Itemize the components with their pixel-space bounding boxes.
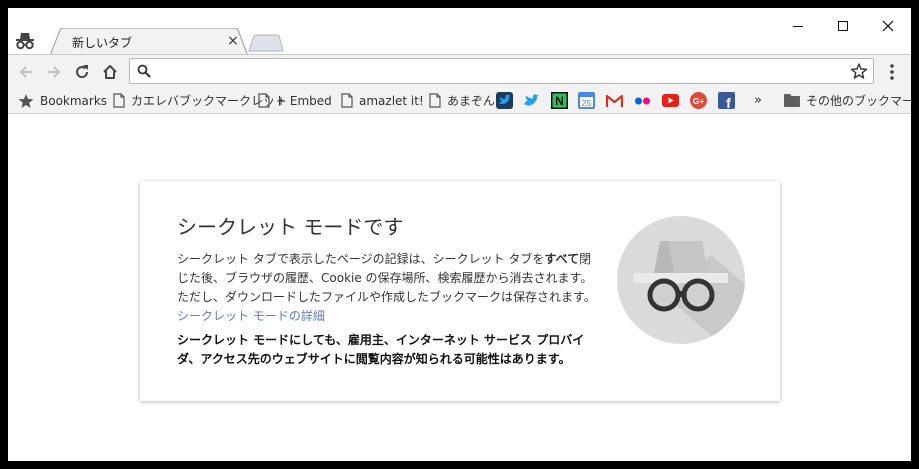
page-title: シークレット モードです xyxy=(177,215,404,239)
bookmark-item[interactable]: amazlet it! xyxy=(341,88,424,113)
incognito-spy-icon xyxy=(616,215,746,345)
youtube-icon[interactable] xyxy=(662,92,679,109)
page-icon xyxy=(258,93,270,108)
forward-button[interactable] xyxy=(42,60,66,84)
facebook-icon[interactable]: f xyxy=(718,92,735,109)
minimize-icon xyxy=(793,26,803,27)
bookmark-item[interactable]: + Embed xyxy=(258,88,332,113)
flickr-icon[interactable] xyxy=(634,92,651,109)
evernote-icon[interactable]: N xyxy=(551,92,568,109)
bookmarks-apps[interactable]: Bookmarks xyxy=(18,88,107,113)
toolbar xyxy=(8,54,911,89)
svg-text:N: N xyxy=(555,94,564,108)
tab-title: 新しいタブ xyxy=(72,36,133,50)
bookmark-item[interactable]: あまぞん xyxy=(429,88,495,113)
home-icon xyxy=(103,65,117,79)
svg-text:25: 25 xyxy=(582,98,592,108)
bookmark-star-icon[interactable] xyxy=(850,62,868,80)
search-icon xyxy=(137,64,151,78)
incognito-card: シークレット モードです シークレット タブで表示したページの記録は、シークレッ… xyxy=(140,181,780,401)
bookmark-label: + Embed xyxy=(276,93,332,108)
forward-arrow-icon xyxy=(48,66,61,78)
other-bookmarks-folder[interactable]: その他のブックマーク xyxy=(784,88,911,113)
address-input[interactable] xyxy=(158,62,842,82)
close-tab-icon[interactable]: × xyxy=(226,34,240,48)
svg-text:G+: G+ xyxy=(693,96,705,106)
page-icon xyxy=(429,93,441,108)
chevron-double-right-icon: » xyxy=(754,93,762,108)
back-arrow-icon xyxy=(19,66,32,78)
calendar-icon[interactable]: 25 xyxy=(578,92,595,109)
description-emphasis: すべて xyxy=(544,252,580,266)
google-plus-icon[interactable]: G+ xyxy=(690,92,707,109)
learn-more-link[interactable]: シークレット モードの詳細 xyxy=(177,309,325,323)
home-button[interactable] xyxy=(98,60,122,84)
reload-icon xyxy=(76,65,89,79)
bookmark-label: amazlet it! xyxy=(359,93,424,108)
bookmark-label: あまぞん xyxy=(447,94,496,108)
new-tab-button[interactable] xyxy=(248,34,284,52)
back-button[interactable] xyxy=(14,60,38,84)
browser-window: 新しいタブ × Bookmarks カエレバブックマークレット + Embed … xyxy=(8,8,911,461)
maximize-icon xyxy=(838,21,848,31)
kebab-menu-icon xyxy=(890,64,894,80)
title-bar: 新しいタブ × xyxy=(8,8,911,56)
incognito-description: シークレット タブで表示したページの記録は、シークレット タブをすべて閉じた後、… xyxy=(177,250,597,326)
page-icon xyxy=(341,93,353,108)
page-icon xyxy=(113,93,125,108)
new-tab-page: シークレット モードです シークレット タブで表示したページの記録は、シークレッ… xyxy=(8,114,911,461)
tab-new-tab[interactable]: 新しいタブ × xyxy=(50,28,248,56)
maximize-button[interactable] xyxy=(820,12,866,40)
twitter-icon[interactable] xyxy=(523,92,540,109)
folder-icon xyxy=(784,94,800,107)
close-window-button[interactable] xyxy=(865,12,911,40)
bookmarks-label: Bookmarks xyxy=(40,93,108,108)
bookmarks-bar: Bookmarks カエレバブックマークレット + Embed amazlet … xyxy=(8,88,911,114)
close-icon xyxy=(882,20,894,32)
reload-button[interactable] xyxy=(70,60,94,84)
bookmarks-overflow-button[interactable]: » xyxy=(754,88,762,113)
minimize-button[interactable] xyxy=(775,12,821,40)
incognito-icon xyxy=(14,30,36,50)
omnibox[interactable] xyxy=(129,58,874,84)
incognito-warning: シークレット モードにしても、雇用主、インターネット サービス プロバイダ、アク… xyxy=(177,333,585,366)
twitter-bird-icon[interactable] xyxy=(496,92,513,109)
star-icon xyxy=(18,93,34,108)
gmail-icon[interactable] xyxy=(606,92,623,109)
description-text: シークレット タブで表示したページの記録は、シークレット タブを xyxy=(177,252,545,266)
menu-button[interactable] xyxy=(882,60,902,84)
other-bookmarks-label: その他のブックマーク xyxy=(806,94,911,108)
svg-text:f: f xyxy=(726,95,731,109)
